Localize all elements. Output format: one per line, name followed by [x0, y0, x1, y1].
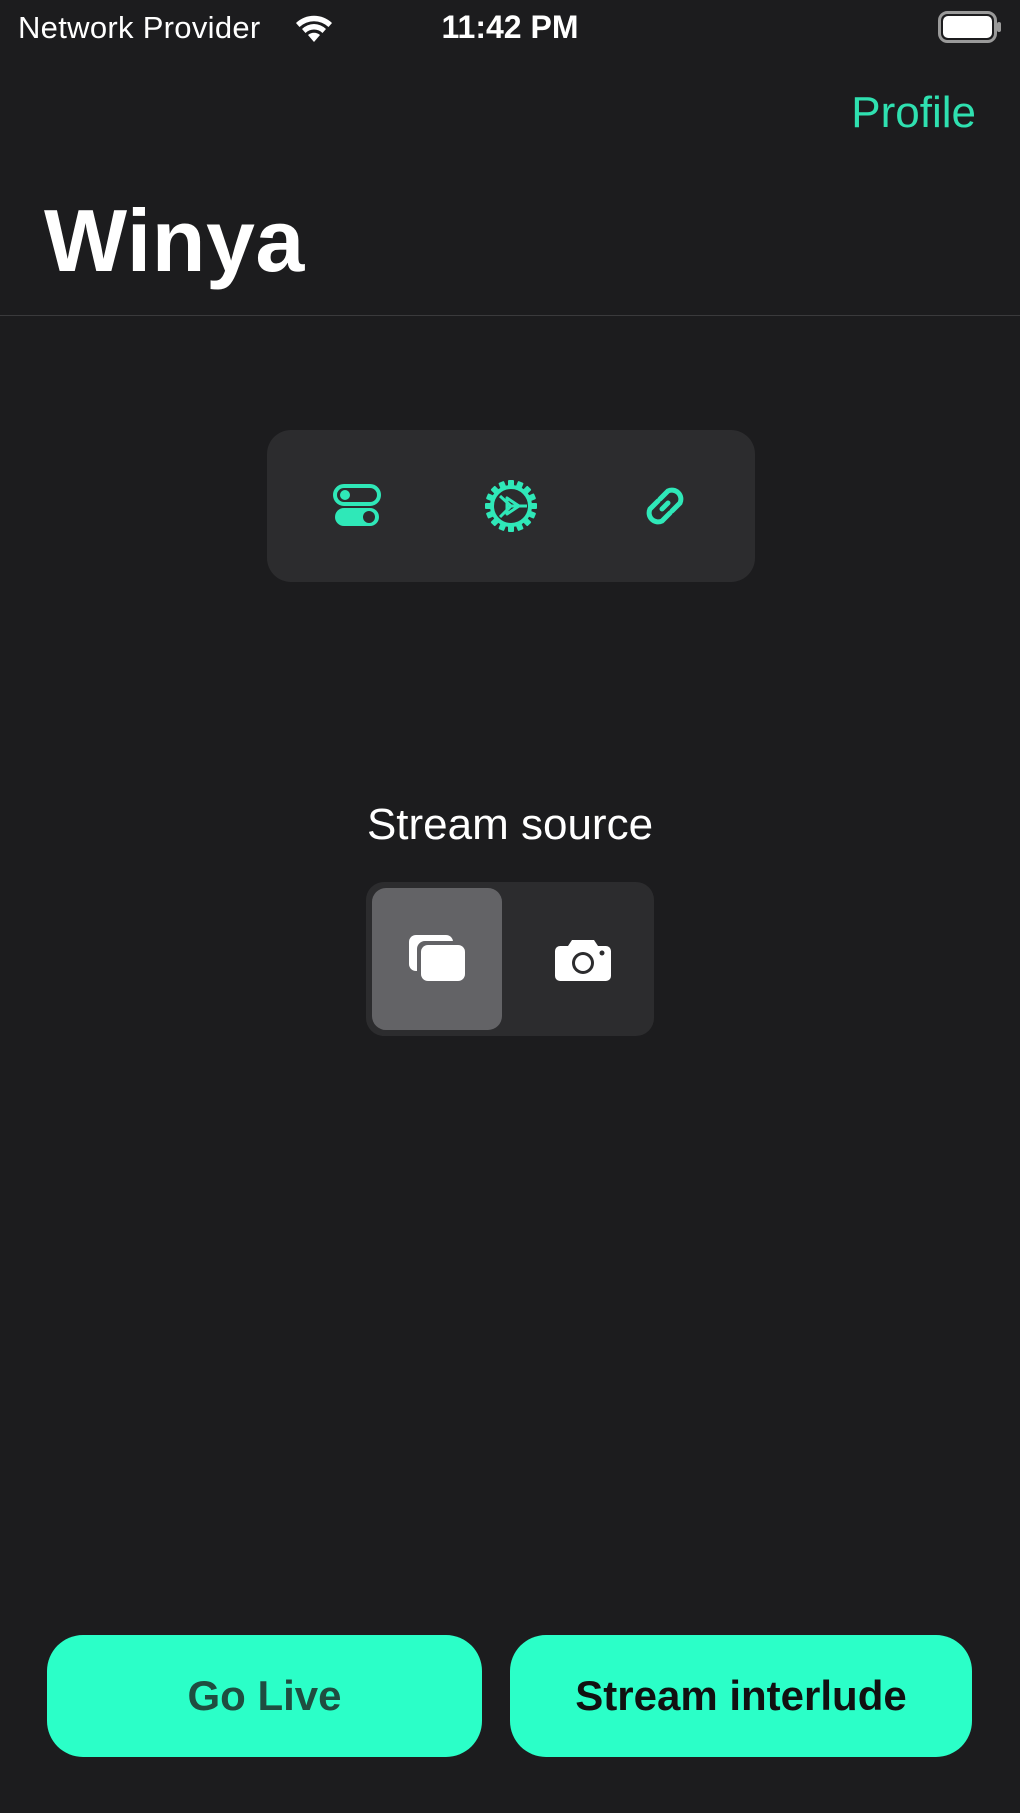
stream-settings-button[interactable]: [465, 460, 557, 552]
camera-icon: [555, 940, 611, 981]
header-divider: [0, 315, 1020, 316]
stream-source-label: Stream source: [366, 800, 654, 849]
toggles-icon: [333, 484, 381, 526]
link-icon: [646, 487, 684, 525]
tool-bar: [267, 430, 755, 582]
battery-icon: [938, 11, 1001, 43]
toggles-button[interactable]: [311, 460, 403, 552]
link-button[interactable]: [619, 460, 711, 552]
go-live-button[interactable]: Go Live: [47, 1635, 482, 1757]
status-bar: Network Provider 11:42 PM: [0, 0, 1020, 60]
stream-interlude-button[interactable]: Stream interlude: [510, 1635, 972, 1757]
page-title: Winya: [44, 191, 305, 290]
gear-play-icon: [485, 480, 537, 532]
clock: 11:42 PM: [441, 9, 579, 45]
screen-source-option[interactable]: [372, 888, 502, 1030]
stream-source-selector: [366, 882, 654, 1036]
profile-button[interactable]: Profile: [851, 88, 976, 138]
camera-source-option[interactable]: [518, 888, 648, 1030]
screens-icon: [409, 935, 465, 983]
